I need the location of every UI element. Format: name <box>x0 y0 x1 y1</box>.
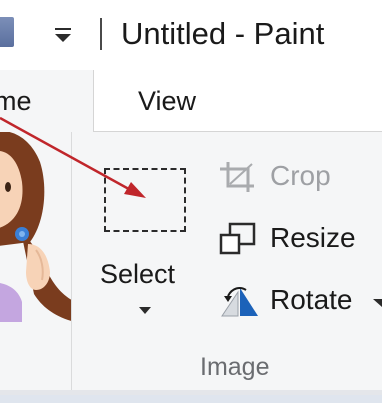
rotate-dropdown-icon[interactable] <box>372 296 382 308</box>
save-icon[interactable] <box>0 17 14 47</box>
select-button[interactable] <box>104 168 186 232</box>
image-group-label: Image <box>200 353 270 381</box>
chevron-down-icon[interactable] <box>138 305 152 315</box>
tab-view[interactable]: View <box>138 84 196 118</box>
select-label[interactable]: Select <box>100 257 175 291</box>
rotate-icon <box>221 287 258 317</box>
resize-label: Resize <box>270 222 356 253</box>
crop-label: Crop <box>270 160 331 191</box>
crop-icon <box>220 162 254 192</box>
ribbon-tabs: me View <box>0 70 382 133</box>
tab-home-label: me <box>0 86 32 116</box>
tab-home[interactable]: me <box>0 70 94 133</box>
title-bar: Untitled - Paint <box>0 0 382 70</box>
title-separator <box>100 18 102 50</box>
customize-quick-access-arrow-icon[interactable] <box>52 24 74 46</box>
cartoon-girl-overlay <box>0 132 71 322</box>
resize-icon <box>219 222 256 255</box>
rotate-label: Rotate <box>270 284 353 315</box>
window-title: Untitled - Paint <box>121 16 325 51</box>
clipboard-group-partial <box>0 132 72 390</box>
canvas-area-edge <box>0 390 382 403</box>
ribbon-panel: Select Crop Resize Rotate Image <box>0 132 382 390</box>
